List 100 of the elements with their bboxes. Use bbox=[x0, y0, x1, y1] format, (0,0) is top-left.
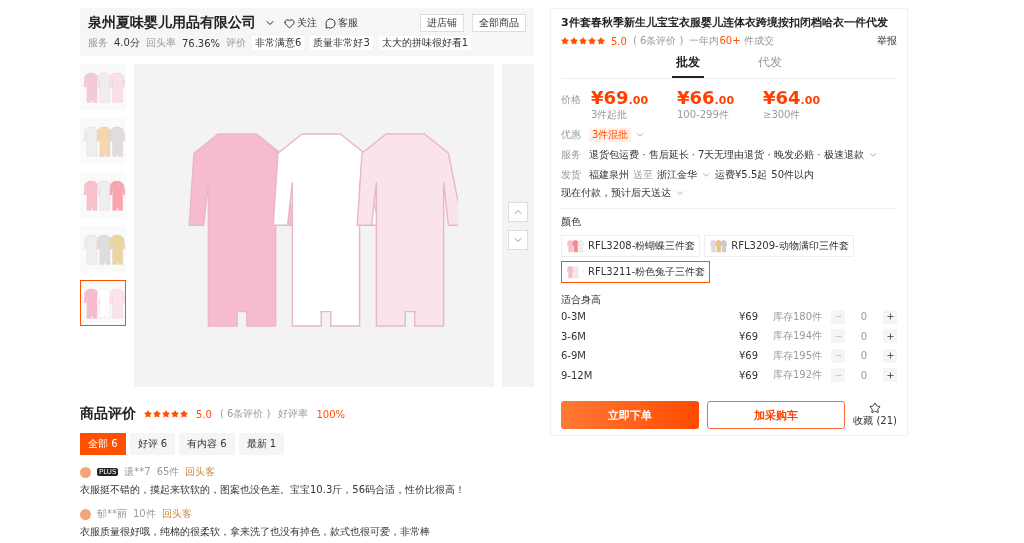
heart-icon[interactable] bbox=[284, 17, 295, 29]
thumbnail[interactable] bbox=[80, 226, 126, 272]
service-link[interactable]: 客服 bbox=[338, 16, 358, 30]
stat-value: 76.36% bbox=[181, 37, 221, 49]
stock-count: 库存180件 bbox=[773, 309, 824, 324]
price: ¥69.00 bbox=[591, 87, 650, 108]
store-name[interactable]: 泉州夏味婴儿用品有限公司 bbox=[88, 14, 256, 32]
plus-icon[interactable] bbox=[883, 329, 897, 344]
size-name: 3-6M bbox=[561, 330, 587, 342]
review-text: 衣服挺不错的，摸起来软软的，图案也没色差。宝宝10.3斤，56码合适，性价比很高！ bbox=[80, 483, 466, 497]
shipping-label: 发货 bbox=[561, 168, 582, 182]
unit-price: ¥69 bbox=[739, 369, 760, 381]
section-title: 商品评价 bbox=[80, 405, 136, 423]
onesies-drawing bbox=[709, 238, 728, 254]
reviewer-name: 遗**7 bbox=[124, 465, 151, 479]
product-title: 3件套春秋季新生儿宝宝衣服婴儿连体衣跨境按扣闭档哈衣一件代发 bbox=[561, 15, 889, 30]
good-rate-label: 好评率 bbox=[278, 407, 309, 421]
size-name: 6-9M bbox=[561, 350, 587, 362]
good-rate: 100% bbox=[316, 408, 346, 420]
thumbnail[interactable] bbox=[80, 118, 126, 164]
quantity-limit: 50件以内 bbox=[771, 168, 814, 182]
plus-icon[interactable] bbox=[883, 348, 897, 363]
add-to-cart-button[interactable]: 加采购车 bbox=[707, 401, 846, 429]
chevron-down-icon[interactable] bbox=[701, 170, 711, 180]
quantity: 0 bbox=[859, 369, 869, 381]
chevron-down-icon[interactable] bbox=[508, 229, 528, 250]
rating-label: 评价 bbox=[226, 36, 247, 50]
quantity: 0 bbox=[859, 311, 869, 323]
report-link[interactable]: 举报 bbox=[877, 34, 897, 48]
repeat-buyer-tag: 回头客 bbox=[161, 507, 192, 521]
stat-label: 回头率 bbox=[145, 36, 176, 50]
service-list: 退货包运费 · 售后延长 · 7天无理由退货 · 晚发必赔 · 极速退款 bbox=[589, 148, 864, 162]
filter-tab[interactable]: 好评 6 bbox=[129, 433, 176, 455]
rating-tag: 质量非常好3 bbox=[310, 36, 373, 50]
thumbnail[interactable] bbox=[80, 64, 126, 110]
size-name: 0-3M bbox=[561, 311, 587, 323]
minus-icon[interactable] bbox=[831, 348, 845, 363]
discount-tag: 3件混批 bbox=[589, 128, 632, 142]
stock-count: 库存195件 bbox=[773, 348, 824, 363]
rating-tag: 非常满意6 bbox=[252, 36, 305, 50]
quantity: 0 bbox=[859, 330, 869, 342]
plus-icon[interactable] bbox=[883, 368, 897, 383]
follow-link[interactable]: 关注 bbox=[297, 16, 317, 30]
price: ¥66.00 bbox=[677, 87, 736, 108]
size-label: 适合身高 bbox=[561, 293, 602, 307]
review-count: ( 6条评价 ) bbox=[219, 407, 271, 421]
chevron-up-icon[interactable] bbox=[508, 201, 528, 222]
stock-count: 库存192件 bbox=[773, 368, 824, 383]
unit-price: ¥69 bbox=[739, 311, 760, 323]
minus-icon[interactable] bbox=[831, 329, 845, 344]
color-option[interactable]: RFL3211-粉色兔子三件套 bbox=[561, 261, 711, 283]
chevron-down-icon[interactable] bbox=[675, 188, 685, 198]
onesies-drawing bbox=[566, 238, 584, 254]
chevron-down-icon[interactable] bbox=[635, 130, 646, 140]
plus-icon[interactable] bbox=[883, 309, 897, 324]
stat-label: 服务 bbox=[88, 36, 108, 50]
rating-score: 5.0 bbox=[611, 35, 627, 47]
ship-to-label: 送至 bbox=[633, 168, 653, 182]
star-icon bbox=[869, 402, 882, 414]
avatar bbox=[80, 466, 91, 478]
stat-value: 4.0分 bbox=[114, 36, 140, 50]
filter-tab[interactable]: 有内容 6 bbox=[179, 433, 235, 455]
store-button[interactable]: 进店铺 bbox=[420, 14, 464, 32]
color-option[interactable]: RFL3208-粉蝴蝶三件套 bbox=[561, 235, 701, 257]
store-button[interactable]: 全部商品 bbox=[472, 14, 526, 32]
discount-label: 优惠 bbox=[561, 128, 582, 142]
shipping-fee: 运费¥5.5起 bbox=[715, 168, 768, 182]
review-count: ( 6条评价 ) bbox=[632, 34, 684, 48]
color-label: 颜色 bbox=[561, 215, 582, 229]
purchase-count: 10件 bbox=[133, 507, 156, 521]
ship-from: 福建泉州 bbox=[589, 168, 629, 182]
color-option[interactable]: RFL3209-动物满印三件套 bbox=[704, 235, 854, 257]
rating-score: 5.0 bbox=[196, 408, 212, 420]
review-text: 衣服质量很好哦，纯棉的很柔软，拿来洗了也没有掉色，款式也很可爱，非常棒 bbox=[80, 525, 431, 539]
price: ¥64.00 bbox=[763, 87, 822, 108]
chat-icon[interactable] bbox=[325, 17, 336, 29]
thumbnail[interactable] bbox=[80, 172, 126, 218]
filter-tab[interactable]: 最新 1 bbox=[238, 433, 285, 455]
purchase-count: 65件 bbox=[156, 465, 180, 479]
quantity: 0 bbox=[859, 350, 869, 362]
minus-icon[interactable] bbox=[831, 368, 845, 383]
rating-tag: 太大的拼味很好看1 bbox=[378, 36, 472, 50]
unit-price: ¥69 bbox=[739, 330, 760, 342]
repeat-buyer-tag: 回头客 bbox=[185, 465, 216, 479]
minus-icon[interactable] bbox=[831, 309, 845, 324]
thumbnail[interactable] bbox=[80, 280, 126, 326]
unit-price: ¥69 bbox=[739, 350, 760, 362]
quantity-range-label: 3件起批 bbox=[591, 108, 629, 122]
price-label: 价格 bbox=[561, 93, 582, 107]
chevron-down-icon[interactable] bbox=[867, 150, 878, 160]
avatar bbox=[80, 508, 91, 520]
delivery-estimate: 现在付款，预计后天送达 bbox=[561, 186, 671, 200]
stock-count: 库存194件 bbox=[773, 329, 824, 344]
service-label: 服务 bbox=[561, 148, 582, 162]
onesies-drawing bbox=[566, 264, 584, 280]
ship-to[interactable]: 浙江金华 bbox=[657, 168, 697, 182]
mode-tab[interactable]: 批发 bbox=[672, 52, 704, 78]
quantity-range-label: ≥300件 bbox=[763, 108, 802, 122]
favorite-button[interactable]: 收藏 (21) bbox=[853, 402, 897, 428]
reviewer-name: 郁**丽 bbox=[97, 507, 127, 521]
